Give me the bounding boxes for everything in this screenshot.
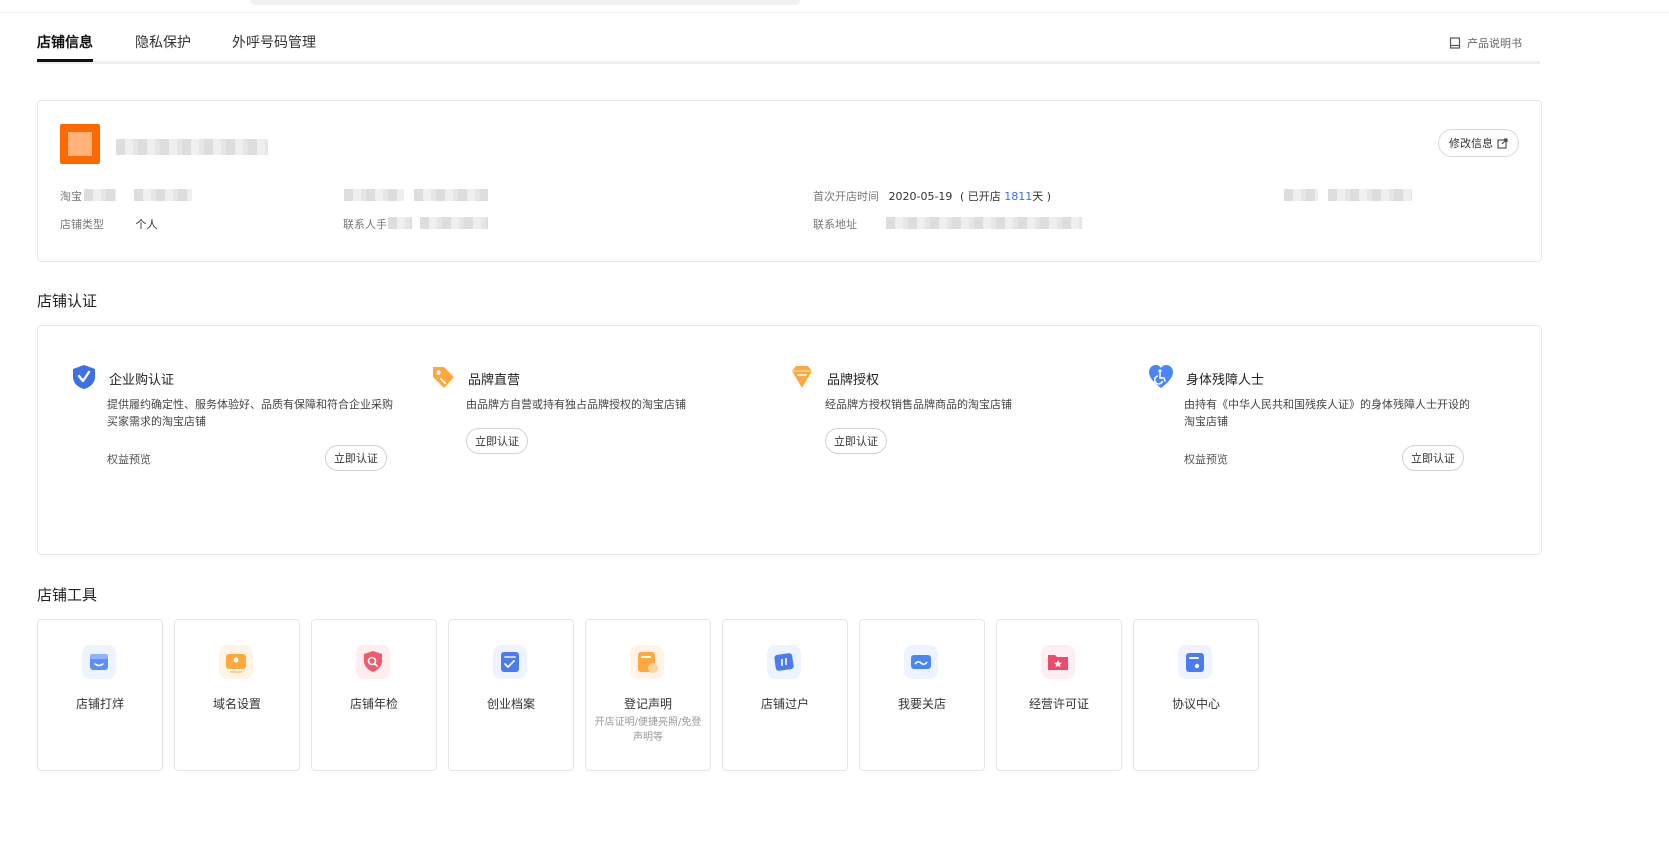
tool-label: 店铺年检 (349, 697, 398, 711)
transfer-icon (767, 645, 801, 679)
tool-agreement-center[interactable]: 协议中心 (1133, 619, 1259, 771)
taobao-value-redacted (134, 189, 192, 201)
field-value-redacted (414, 189, 488, 201)
store-info-card: 修改信息 淘宝 首次开店时间 2020-05-19 ( 已开店 1811天 ) … (37, 100, 1542, 262)
tools-section-title: 店铺工具 (37, 586, 98, 604)
tool-annual-inspection[interactable]: 店铺年检 (311, 619, 437, 771)
register-icon (630, 645, 664, 679)
opened-prefix: ( 已开店 (959, 190, 1001, 203)
diamond-icon (792, 366, 812, 388)
shield-check-icon (73, 365, 95, 389)
certify-now-button[interactable]: 立即认证 (825, 428, 887, 454)
store-type-label: 店铺类型 (60, 218, 104, 231)
tool-startup-archive[interactable]: 创业档案 (448, 619, 574, 771)
tool-shop-close[interactable]: 店铺打烊 (37, 619, 163, 771)
taobao-label: 淘宝 (60, 190, 82, 203)
book-icon (1449, 37, 1461, 49)
contact-phone-redacted (420, 217, 488, 229)
inspection-icon (356, 645, 390, 679)
tool-label: 经营许可证 (1028, 697, 1089, 711)
product-manual-label: 产品说明书 (1467, 37, 1522, 50)
contact-address-row: 联系地址 (813, 216, 857, 232)
certification-card: 企业购认证 提供履约确定性、服务体验好、品质有保障和符合企业采购买家需求的淘宝店… (37, 325, 1542, 555)
extra-value-redacted (1328, 189, 1412, 201)
tool-close-store[interactable]: 我要关店 (859, 619, 985, 771)
tool-label: 协议中心 (1171, 697, 1220, 711)
contact-phone-label: 联系人手 (343, 218, 387, 231)
tool-label: 登记声明 (623, 697, 672, 711)
external-link-icon (1497, 137, 1508, 149)
opened-suffix: 天 ) (1032, 190, 1052, 203)
tool-business-license[interactable]: 经营许可证 (996, 619, 1122, 771)
tool-label: 店铺过户 (760, 697, 809, 711)
product-manual-link[interactable]: 产品说明书 (1449, 35, 1522, 51)
shop-closed-icon (82, 645, 116, 679)
tool-label: 域名设置 (212, 697, 261, 711)
tab-underline-track (37, 61, 1540, 64)
certify-now-button[interactable]: 立即认证 (466, 428, 528, 454)
first-open-label: 首次开店时间 (813, 190, 879, 203)
tool-label: 我要关店 (897, 697, 946, 711)
tool-label: 创业档案 (486, 697, 535, 711)
tool-store-transfer[interactable]: 店铺过户 (722, 619, 848, 771)
store-type-row: 店铺类型 个人 (60, 216, 158, 232)
top-bar (0, 0, 1669, 13)
license-icon (1041, 645, 1075, 679)
tool-label: 店铺打烊 (75, 697, 124, 711)
store-logo (60, 124, 100, 164)
certify-now-button[interactable]: 立即认证 (1402, 445, 1464, 471)
contact-phone-row: 联系人手 (343, 216, 387, 232)
first-open-date: 2020-05-19 (888, 190, 953, 203)
tab-bar: 店铺信息 隐私保护 外呼号码管理 产品说明书 (37, 28, 1540, 64)
opened-days: 1811 (1004, 190, 1033, 203)
tool-registration-statement[interactable]: 登记声明 开店证明/便捷亮照/免登声明等 (585, 619, 711, 771)
first-open-row: 首次开店时间 2020-05-19 ( 已开店 1811天 ) (813, 188, 1051, 204)
cert-title: 身体残障人士 (1186, 373, 1265, 388)
tab-outbound-number[interactable]: 外呼号码管理 (232, 32, 316, 60)
tool-domain-settings[interactable]: 域名设置 (174, 619, 300, 771)
cert-description: 由品牌方自营或持有独占品牌授权的淘宝店铺 (466, 398, 686, 411)
cert-title: 品牌授权 (827, 373, 880, 388)
tag-icon (433, 367, 454, 388)
agreement-icon (1178, 645, 1212, 679)
cert-title: 企业购认证 (109, 373, 175, 388)
store-type-value: 个人 (135, 218, 158, 231)
store-name-redacted (116, 139, 268, 155)
close-store-icon (904, 645, 938, 679)
search-bar-edge[interactable] (250, 0, 800, 5)
domain-icon (219, 645, 253, 679)
contact-address-redacted (886, 217, 1082, 229)
tab-store-info[interactable]: 店铺信息 (37, 32, 93, 62)
cert-description: 由持有《中华人民共和国残疾人证》的身体残障人士开设的淘宝店铺 (1184, 398, 1470, 428)
edit-info-button[interactable]: 修改信息 (1438, 129, 1519, 157)
taobao-label-redacted (84, 189, 116, 201)
heart-accessibility-icon (1149, 365, 1173, 388)
edit-info-label: 修改信息 (1449, 137, 1493, 150)
rights-preview-link[interactable]: 权益预览 (107, 451, 151, 467)
extra-label-redacted (1284, 189, 1318, 201)
store-tools-grid: 店铺打烊 域名设置 店铺年检 创业档案 登记声明 开店证明/便捷亮照/免登声明等… (37, 619, 1267, 771)
tool-sublabel: 开店证明/便捷亮照/免登声明等 (594, 717, 702, 743)
cert-description: 提供履约确定性、服务体验好、品质有保障和符合企业采购买家需求的淘宝店铺 (107, 398, 393, 428)
tab-privacy[interactable]: 隐私保护 (135, 32, 191, 60)
certification-section-title: 店铺认证 (37, 292, 98, 310)
contact-phone-label-redacted (388, 217, 412, 229)
certify-now-button[interactable]: 立即认证 (325, 445, 387, 471)
taobao-account-row: 淘宝 (60, 188, 82, 204)
contact-address-label: 联系地址 (813, 218, 857, 231)
cert-title: 品牌直营 (468, 373, 521, 388)
field-redacted (344, 189, 404, 201)
cert-description: 经品牌方授权销售品牌商品的淘宝店铺 (825, 398, 1012, 411)
archive-icon (493, 645, 527, 679)
rights-preview-link[interactable]: 权益预览 (1184, 451, 1228, 467)
